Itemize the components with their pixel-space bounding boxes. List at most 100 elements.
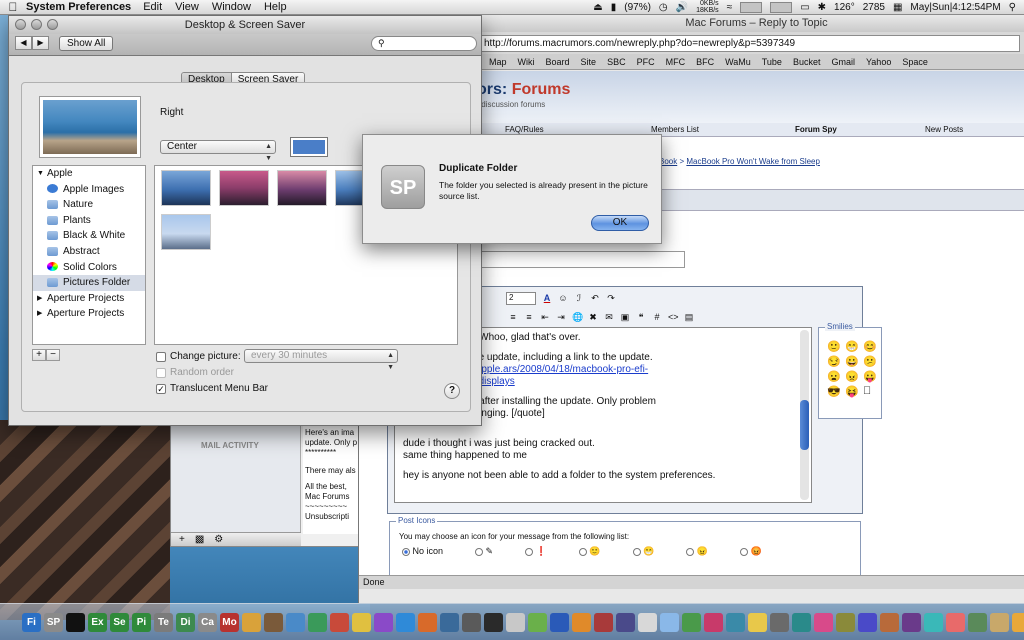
smiley-icon[interactable]: 😁 <box>845 340 861 353</box>
hash-icon[interactable]: # <box>652 312 662 322</box>
nav-members[interactable]: Members List <box>651 125 699 134</box>
post-icon-option[interactable]: 😡 <box>739 546 762 557</box>
bookmark-item[interactable]: Gmail <box>831 57 855 67</box>
change-picture-checkbox[interactable]: Change picture: <box>156 351 241 362</box>
menu-edit[interactable]: Edit <box>143 1 162 13</box>
menu-view[interactable]: View <box>175 1 199 13</box>
thumbnail[interactable] <box>277 170 327 206</box>
dock-app-icon[interactable] <box>880 612 899 632</box>
smiley-icon[interactable]: 🙂 <box>827 340 843 353</box>
disclosure-open-icon[interactable]: ▼ <box>37 166 44 182</box>
dock-app-icon[interactable]: SP <box>44 612 63 632</box>
bookmark-item[interactable]: WaMu <box>725 57 751 67</box>
source-item-abstract[interactable]: Abstract <box>33 244 145 260</box>
fit-select[interactable]: Center ▲ ▼ <box>160 140 276 162</box>
scroll-thumb[interactable] <box>800 400 809 450</box>
post-icon-option[interactable]: 😠 <box>686 546 708 557</box>
nav-faq[interactable]: FAQ/Rules <box>505 125 544 134</box>
dock-app-icon[interactable] <box>374 612 393 632</box>
bookmark-item[interactable]: Wiki <box>518 57 535 67</box>
thumbnail[interactable] <box>161 214 211 250</box>
unlink-icon[interactable]: ✖ <box>588 312 598 322</box>
translucent-menu-bar-checkbox[interactable]: ✓ Translucent Menu Bar <box>156 383 268 394</box>
post-icon-option[interactable]: ✎ <box>475 546 493 557</box>
apple-menu-icon[interactable]:  <box>0 0 26 14</box>
dock-app-icon[interactable] <box>924 612 943 632</box>
smiley-icon[interactable]: 😊 <box>863 340 879 353</box>
bookmark-item[interactable]: Board <box>546 57 570 67</box>
link-icon[interactable]: 🌐 <box>572 312 583 322</box>
source-group-aperture[interactable]: ▶ Aperture Projects <box>33 291 145 307</box>
source-group-apple[interactable]: ▼ Apple <box>33 166 145 182</box>
dock-app-icon[interactable]: Fi <box>22 612 41 632</box>
dock-app-icon[interactable] <box>616 612 635 632</box>
smiley-icon[interactable]: 😏 <box>827 355 843 368</box>
source-item-pictures-folder[interactable]: Pictures Folder <box>33 275 145 291</box>
undo-icon[interactable]: ↶ <box>590 293 600 303</box>
bookmark-item[interactable]: Tube <box>762 57 782 67</box>
apple-smiley-icon[interactable]:  <box>863 385 879 398</box>
source-item-nature[interactable]: Nature <box>33 197 145 213</box>
dock-app-icon[interactable] <box>638 612 657 632</box>
dock-app-icon[interactable] <box>660 612 679 632</box>
post-icon-radio[interactable] <box>632 547 641 556</box>
change-picture-box[interactable] <box>156 351 166 362</box>
bookmark-item[interactable]: Site <box>581 57 597 67</box>
dock-app-icon[interactable] <box>330 612 349 632</box>
checkmark-icon[interactable]: ✓ <box>156 383 166 394</box>
breadcrumb-thread[interactable]: MacBook Pro Won't Wake from Sleep <box>686 157 820 166</box>
bookmark-item[interactable]: Map <box>489 57 507 67</box>
random-order-box[interactable] <box>156 367 166 378</box>
dock-app-icon[interactable] <box>418 612 437 632</box>
back-icon[interactable]: ◀ <box>15 36 32 50</box>
dock-app-icon[interactable] <box>506 612 525 632</box>
dock-app-icon[interactable]: Se <box>110 612 129 632</box>
dock-app-icon[interactable] <box>1012 612 1024 632</box>
wifi-icon[interactable]: ≈ <box>727 2 733 13</box>
dock-app-icon[interactable]: Ca <box>198 612 217 632</box>
no-icon-option[interactable]: No icon <box>402 546 443 557</box>
bookmark-item[interactable]: PFC <box>637 57 655 67</box>
bookmark-item[interactable]: Space <box>902 57 928 67</box>
dock-app-icon[interactable] <box>836 612 855 632</box>
menu-app-name[interactable]: System Preferences <box>26 1 131 13</box>
syspref-search-input[interactable]: ⚲ <box>371 36 477 51</box>
post-icon-radio[interactable] <box>578 547 587 556</box>
dock-app-icon[interactable] <box>748 612 767 632</box>
smiley-icon[interactable]: 😝 <box>845 385 861 398</box>
dock-app-icon[interactable]: Di <box>176 612 195 632</box>
post-icon-radio[interactable] <box>739 547 748 556</box>
disclosure-closed-icon[interactable]: ▶ <box>37 306 42 322</box>
smiley-icon[interactable]: 😦 <box>827 370 843 383</box>
dock-app-icon[interactable] <box>858 612 877 632</box>
dock-app-icon[interactable] <box>682 612 701 632</box>
dock-app-icon[interactable] <box>990 612 1009 632</box>
gear-icon[interactable]: ⚙ <box>214 534 223 545</box>
nav-new-posts[interactable]: New Posts <box>925 125 963 134</box>
outdent-icon[interactable]: ⇤ <box>540 312 550 322</box>
dock-app-icon[interactable] <box>792 612 811 632</box>
zoom-button[interactable] <box>47 19 58 30</box>
bookmark-item[interactable]: Bucket <box>793 57 821 67</box>
bluetooth-icon[interactable]: ✱ <box>818 2 826 13</box>
post-icon-option[interactable]: ❗ <box>525 546 547 557</box>
dock-app-icon[interactable]: Ex <box>88 612 107 632</box>
email-icon[interactable]: ✉ <box>604 312 614 322</box>
smiley-icon[interactable]: 😛 <box>863 370 879 383</box>
dock-app-icon[interactable] <box>770 612 789 632</box>
dock-app-icon[interactable] <box>726 612 745 632</box>
ordered-list-icon[interactable]: ≡ <box>508 312 518 322</box>
dock-app-icon[interactable] <box>462 612 481 632</box>
clock[interactable]: May|Sun|4:12:54PM <box>910 2 1000 13</box>
spotlight-icon[interactable]: ⚲ <box>1009 2 1016 13</box>
temperature[interactable]: 126° <box>834 2 855 13</box>
post-icon-radio[interactable] <box>686 547 695 556</box>
dock-app-icon[interactable] <box>352 612 371 632</box>
battery-icon[interactable]: ▮ <box>611 2 617 13</box>
url-field[interactable]: http://forums.macrumors.com/newreply.php… <box>479 34 1020 52</box>
bookmark-item[interactable]: Yahoo <box>866 57 891 67</box>
dock-app-icon[interactable] <box>902 612 921 632</box>
thumbnail[interactable] <box>219 170 269 206</box>
dock-app-icon[interactable] <box>572 612 591 632</box>
volume-icon[interactable]: 🔊 <box>676 2 688 13</box>
